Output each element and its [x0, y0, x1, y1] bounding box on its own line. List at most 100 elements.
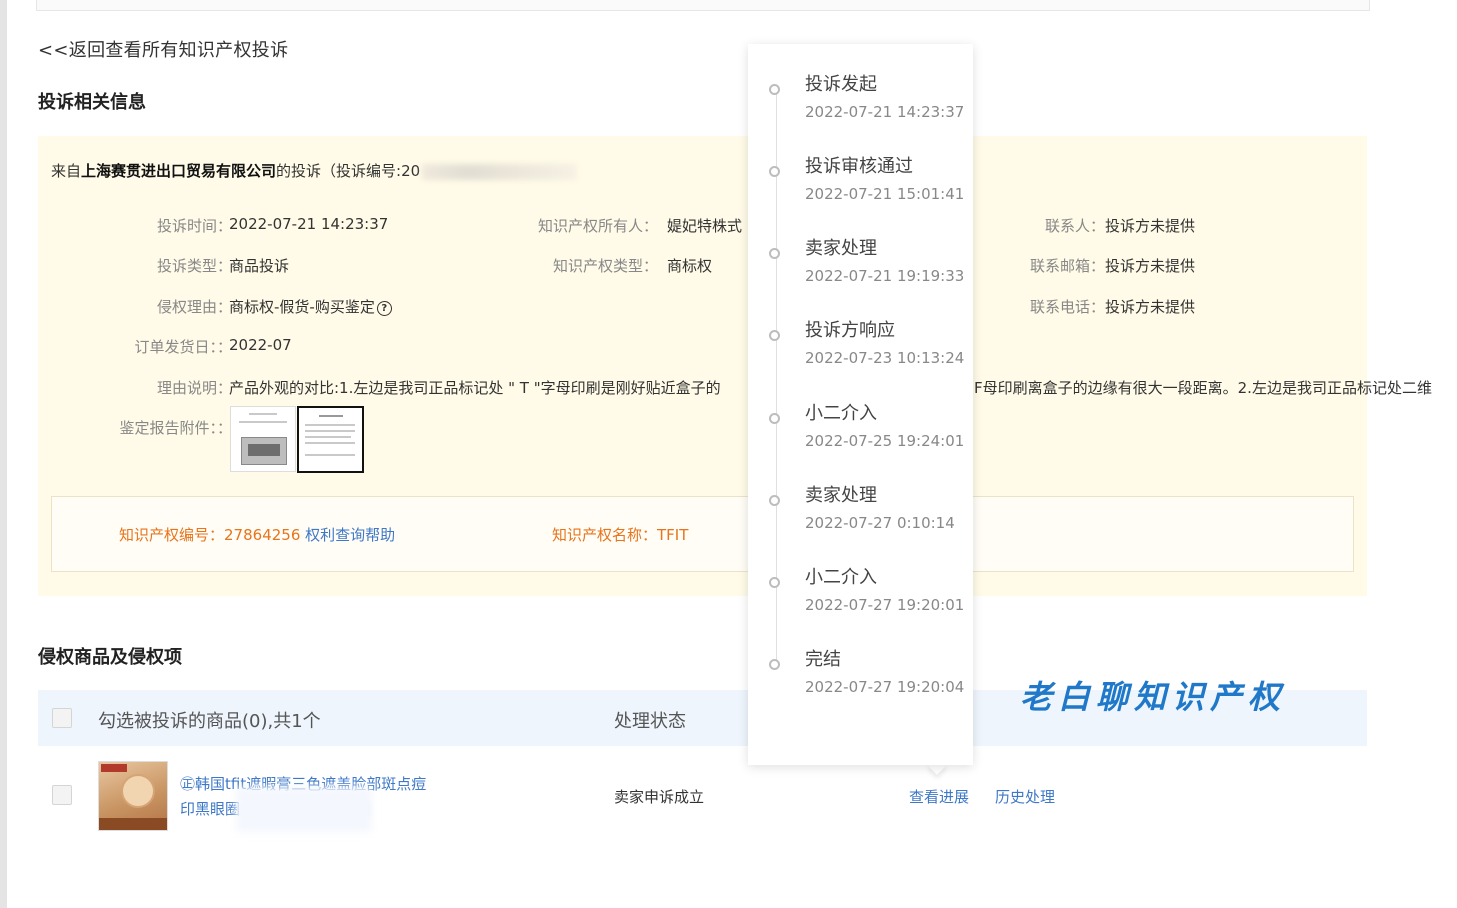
timeline-title: 完结 — [805, 649, 841, 670]
phone-value: 投诉方未提供 — [1105, 298, 1196, 316]
left-edge — [0, 0, 7, 908]
product-cream — [121, 774, 155, 808]
timeline-dot-icon — [769, 248, 780, 259]
explanation-value-right: F母印刷离盒子的边缘有很大一段距离。2.左边是我司正品标记处二维 — [974, 379, 1432, 397]
timeline-title: 小二介入 — [805, 567, 877, 588]
ip-number: 知识产权编号：27864256 权利查询帮助 — [119, 524, 395, 545]
thumb-text-line — [319, 415, 343, 417]
complaint-id-label: 的投诉（投诉编号:20 — [276, 162, 421, 180]
timeline-dot-icon — [769, 330, 780, 341]
product-band — [99, 818, 167, 830]
top-panel-edge — [36, 0, 1370, 11]
complaint-info-title: 投诉相关信息 — [38, 92, 146, 113]
timeline-dot-icon — [769, 577, 780, 588]
ship-date-value: 2022-07 — [229, 336, 292, 354]
timeline-item: 小二介入 2022-07-25 19:24:01 — [748, 403, 973, 472]
complaint-type-label: 投诉类型： — [156, 257, 232, 275]
ip-owner-label: 知识产权所有人： — [537, 217, 658, 235]
ip-name-label: 知识产权名称： — [552, 526, 658, 544]
complaint-time-label: 投诉时间： — [156, 217, 232, 235]
timeline-dot-icon — [769, 84, 780, 95]
report-thumbnail-1[interactable] — [230, 406, 296, 472]
complaint-type-value: 商品投诉 — [229, 257, 290, 275]
status-header: 处理状态 — [614, 711, 686, 732]
timeline-time: 2022-07-27 19:20:04 — [805, 678, 965, 696]
complaint-info-panel: 来自上海赛贯进出口贸易有限公司的投诉（投诉编号:20 投诉时间： 2022-07… — [38, 136, 1432, 596]
ip-type-value: 商标权 — [667, 257, 713, 275]
timeline-dot-icon — [769, 413, 780, 424]
email-value: 投诉方未提供 — [1105, 257, 1196, 275]
contact-value: 投诉方未提供 — [1105, 217, 1196, 235]
thumb-text-line — [305, 442, 355, 444]
timeline-time: 2022-07-21 15:01:41 — [805, 185, 965, 203]
thumb-text-line — [239, 421, 287, 423]
ip-info-box: 知识产权编号：27864256 权利查询帮助 知识产权名称：TFIT — [51, 496, 1354, 572]
timeline-time: 2022-07-27 19:20:01 — [805, 596, 965, 614]
ip-owner-value: 媞妃特株式 — [667, 217, 743, 235]
thumb-text-line — [305, 424, 355, 426]
infringe-reason-label: 侵权理由： — [156, 298, 232, 316]
explanation-value-left: 产品外观的对比:1.左边是我司正品标记处 " T "字母印刷是刚好贴近盒子的 — [229, 379, 721, 397]
ip-number-label: 知识产权编号： — [119, 526, 225, 544]
row-status: 卖家申诉成立 — [614, 788, 705, 806]
ip-number-value: 27864256 — [224, 526, 301, 544]
question-icon[interactable]: ? — [376, 301, 392, 316]
rights-query-help-link[interactable]: 权利查询帮助 — [305, 526, 395, 544]
progress-timeline-popup: 投诉发起 2022-07-21 14:23:37 投诉审核通过 2022-07-… — [748, 44, 973, 765]
timeline-dot-icon — [769, 659, 780, 670]
timeline-title: 小二介入 — [805, 403, 877, 424]
infringe-reason-text: 商标权-假货-购买鉴定 — [229, 298, 375, 316]
timeline-time: 2022-07-25 19:24:01 — [805, 432, 965, 450]
attachment-label: 鉴定报告附件：： — [119, 419, 232, 437]
email-label: 联系邮箱： — [1029, 257, 1105, 275]
watermark-text: 老白聊知识产权 — [1020, 678, 1287, 716]
product-title-line2: 印黑眼圈 — [180, 800, 241, 818]
redaction-blur — [236, 787, 372, 832]
view-progress-link[interactable]: 查看进展 — [909, 786, 969, 807]
timeline-item: 卖家处理 2022-07-21 19:19:33 — [748, 238, 973, 307]
timeline-item: 小二介入 2022-07-27 19:20:01 — [748, 567, 973, 636]
timeline-time: 2022-07-21 19:19:33 — [805, 267, 965, 285]
timeline-time: 2022-07-23 10:13:24 — [805, 349, 965, 367]
ip-name: 知识产权名称：TFIT — [552, 524, 688, 545]
timeline-item: 投诉审核通过 2022-07-21 15:01:41 — [748, 156, 973, 225]
timeline-item: 投诉发起 2022-07-21 14:23:37 — [748, 74, 973, 143]
timeline-item: 完结 2022-07-27 19:20:04 — [748, 649, 973, 718]
thumb-text-line — [305, 436, 351, 438]
infringing-items-title: 侵权商品及侵权项 — [38, 647, 182, 668]
contact-label: 联系人： — [1044, 217, 1105, 235]
report-thumbnail-2[interactable] — [297, 406, 364, 473]
timeline-title: 投诉审核通过 — [805, 156, 913, 177]
timeline-item: 卖家处理 2022-07-27 0:10:14 — [748, 485, 973, 554]
infringe-reason-value: 商标权-假货-购买鉴定? — [229, 296, 392, 317]
select-products-header: 勾选被投诉的商品(0),共1个 — [98, 711, 321, 732]
ship-date-label: 订单发货日：： — [134, 338, 232, 356]
timeline-title: 卖家处理 — [805, 238, 877, 259]
product-photo — [241, 437, 287, 465]
thumb-text-line — [305, 430, 355, 432]
timeline-dot-icon — [769, 495, 780, 506]
select-all-checkbox[interactable] — [52, 708, 72, 728]
product-thumbnail[interactable] — [98, 761, 168, 831]
history-link[interactable]: 历史处理 — [995, 786, 1055, 807]
complaint-time-value: 2022-07-21 14:23:37 — [229, 215, 389, 233]
timeline-title: 卖家处理 — [805, 485, 877, 506]
timeline-time: 2022-07-27 0:10:14 — [805, 514, 955, 532]
complainant-company: 上海赛贯进出口贸易有限公司 — [81, 162, 277, 180]
ip-name-value: TFIT — [657, 526, 689, 544]
timeline-title: 投诉方响应 — [805, 320, 895, 341]
thumb-text-line — [305, 454, 355, 456]
timeline-title: 投诉发起 — [805, 74, 877, 95]
timeline-time: 2022-07-21 14:23:37 — [805, 103, 965, 121]
product-tag — [101, 764, 127, 772]
phone-label: 联系电话： — [1029, 298, 1105, 316]
row-checkbox[interactable] — [52, 785, 72, 805]
thumb-text-line — [249, 413, 277, 415]
complaint-source-line: 来自上海赛贯进出口贸易有限公司的投诉（投诉编号:20 — [51, 160, 578, 181]
redacted-complaint-id — [422, 163, 578, 180]
explanation-label: 理由说明： — [156, 379, 232, 397]
ip-type-label: 知识产权类型： — [552, 257, 658, 275]
timeline-dot-icon — [769, 166, 780, 177]
from-prefix: 来自 — [51, 162, 82, 180]
back-to-complaints-link[interactable]: <<返回查看所有知识产权投诉 — [38, 36, 288, 62]
